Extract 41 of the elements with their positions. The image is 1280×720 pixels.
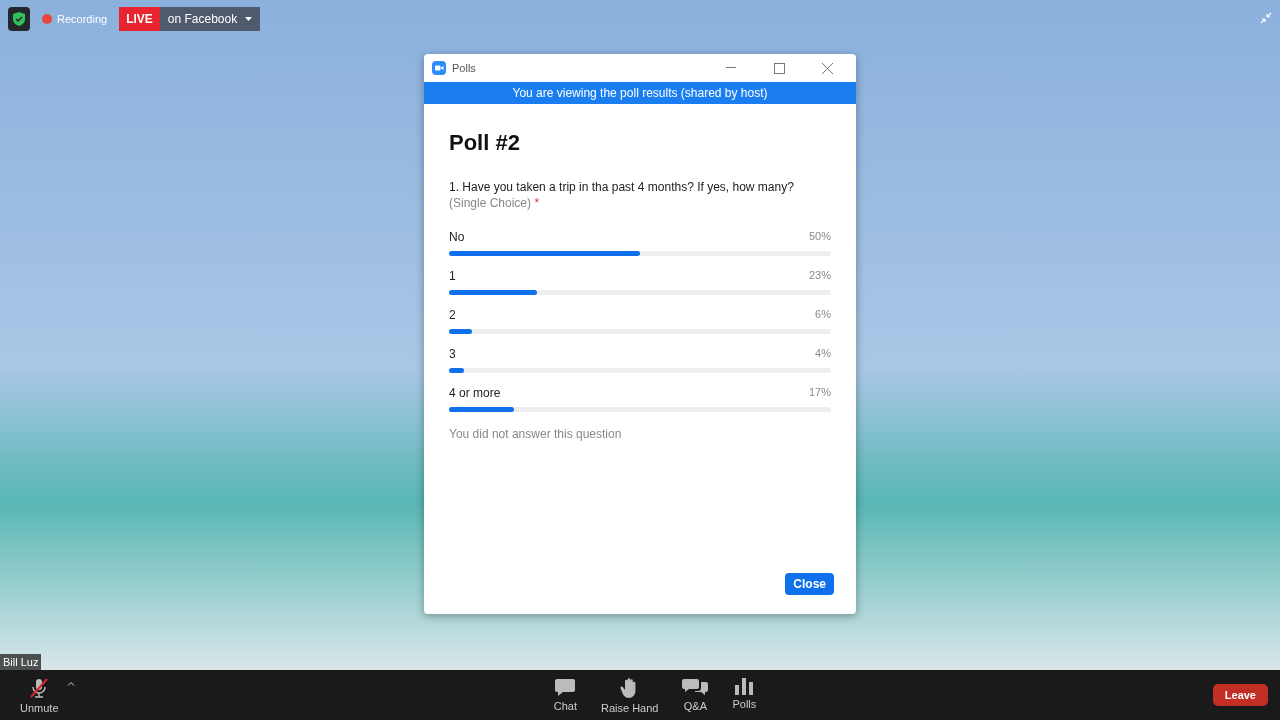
answer-label: No: [449, 230, 465, 244]
caret-icon: [245, 17, 253, 21]
answer-label: 4 or more: [449, 386, 501, 400]
required-mark: *: [534, 196, 540, 210]
shield-icon[interactable]: [8, 7, 30, 31]
answer-label: 3: [449, 347, 456, 361]
answer-percent: 23%: [808, 269, 831, 283]
recording-dot-icon: [42, 14, 52, 24]
answer-label: 1: [449, 269, 456, 283]
participant-name: Bill Luz: [0, 654, 42, 670]
muted-microphone-icon: [28, 676, 51, 699]
close-button[interactable]: Close: [785, 573, 834, 595]
minimize-icon: [726, 67, 736, 69]
speech-bubbles-icon: [682, 676, 709, 697]
live-badge: LIVE: [119, 7, 160, 31]
toolbar-button[interactable]: Chat: [545, 672, 585, 718]
stream-target-dropdown[interactable]: on Facebook: [159, 7, 261, 31]
answer-percent: 50%: [808, 230, 831, 244]
leave-button[interactable]: Leave: [1212, 684, 1268, 706]
window-title: Polls: [452, 62, 477, 74]
results-banner: You are viewing the poll results (shared by host): [424, 82, 856, 104]
toolbar-button[interactable]: Q&A: [674, 672, 717, 718]
answer-percent: 17%: [808, 386, 831, 400]
answer-percent: 6%: [815, 308, 831, 322]
poll-title: Poll #2: [449, 130, 521, 156]
maximize-icon: [773, 62, 785, 74]
unmute-button[interactable]: Unmute: [12, 672, 67, 718]
caret-icon[interactable]: [66, 680, 75, 686]
answer-label: 2: [449, 308, 456, 322]
question-text: 1. Have you taken a trip in tha past 4 months? If yes, how many?: [449, 180, 795, 194]
toolbar-button[interactable]: Raise Hand: [592, 672, 667, 718]
close-icon: [821, 62, 833, 74]
answer-note: You did not answer this question: [449, 427, 623, 441]
recording-label: Recording: [57, 13, 108, 25]
question-type: (Single Choice): [449, 196, 532, 210]
bar-chart-icon: [734, 676, 755, 695]
exit-fullscreen-icon[interactable]: [1260, 12, 1272, 24]
camera-app-icon: [432, 61, 446, 75]
chat-bubble-icon: [554, 676, 577, 697]
answer-percent: 4%: [815, 347, 831, 361]
toolbar-button[interactable]: Polls: [724, 672, 765, 718]
